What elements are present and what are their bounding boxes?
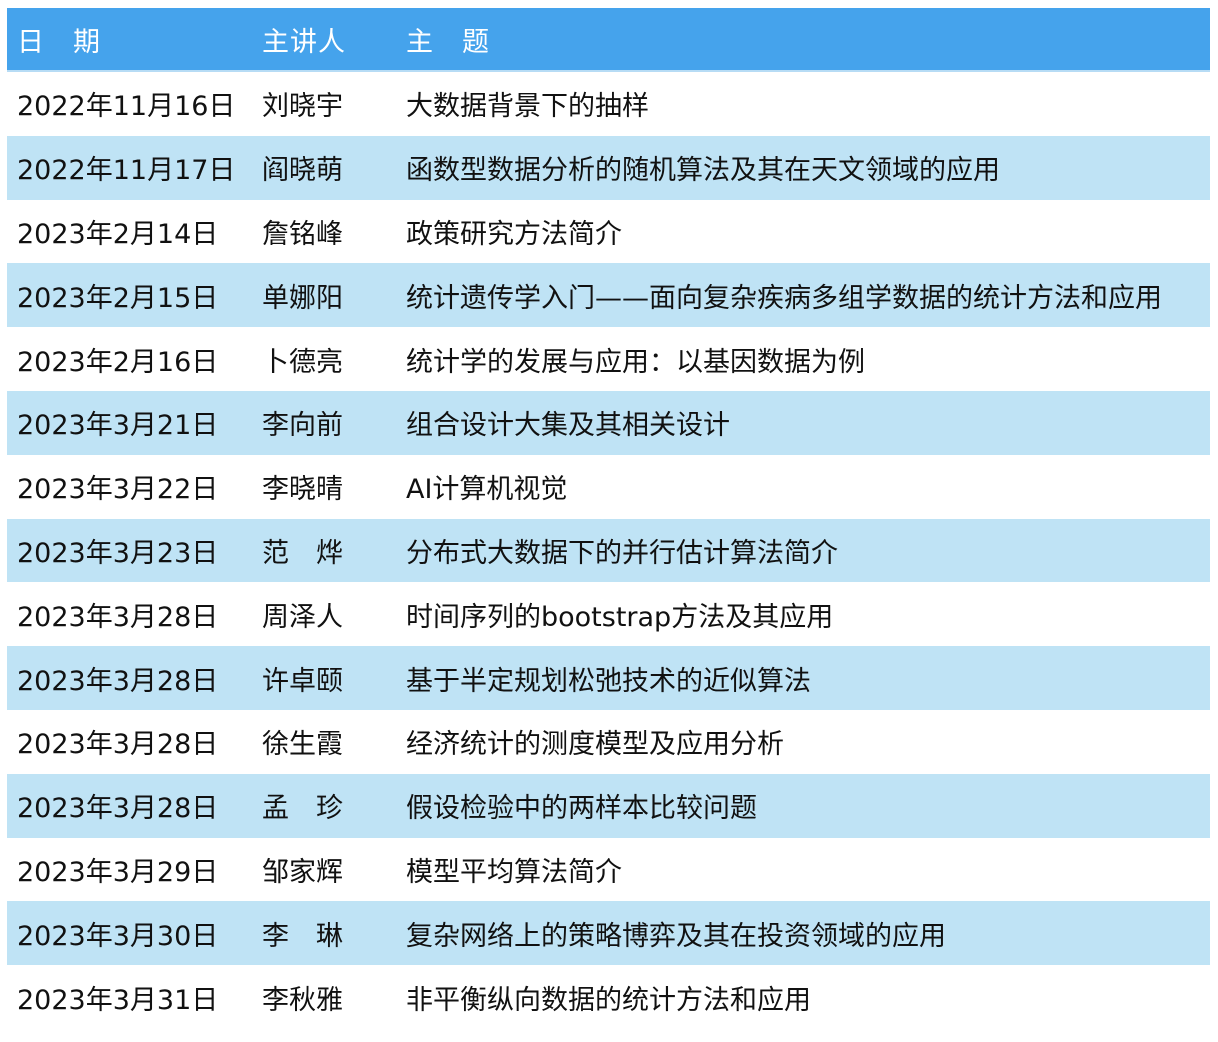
speaker-cell: 李秋雅	[262, 984, 343, 1016]
speaker-cell: 李向前	[262, 410, 343, 442]
table-row: 2023年3月21日 李向前 组合设计大集及其相关设计	[7, 390, 1210, 455]
date-cell: 2023年3月28日	[17, 729, 219, 761]
speaker-cell: 范 烨	[262, 537, 343, 569]
topic-cell: 时间序列的bootstrap方法及其应用	[406, 601, 834, 633]
topic-cell: 经济统计的测度模型及应用分析	[406, 729, 784, 761]
topic-cell: 函数型数据分析的随机算法及其在天文领域的应用	[406, 155, 1000, 187]
table-row: 2023年2月14日 詹铭峰 政策研究方法简介	[7, 200, 1210, 264]
speaker-cell: 单娜阳	[262, 282, 343, 314]
topic-cell: 大数据背景下的抽样	[406, 91, 649, 123]
topic-cell: 组合设计大集及其相关设计	[406, 410, 730, 442]
topic-cell: 统计遗传学入门——面向复杂疾病多组学数据的统计方法和应用	[406, 282, 1162, 314]
table-row: 2023年3月31日 李秋雅 非平衡纵向数据的统计方法和应用	[7, 965, 1210, 1029]
date-cell: 2023年3月22日	[17, 474, 219, 506]
table-row: 2022年11月17日 阎晓萌 函数型数据分析的随机算法及其在天文领域的应用	[7, 135, 1210, 200]
table-row: 2023年3月28日 许卓颐 基于半定规划松弛技术的近似算法	[7, 646, 1210, 710]
header-date: 日 期	[17, 26, 101, 58]
seminar-schedule-table: 日 期 主讲人 主 题 2022年11月16日 刘晓宇 大数据背景下的抽样 2022年…	[7, 8, 1210, 1029]
speaker-cell: 许卓颐	[262, 665, 343, 697]
date-cell: 2022年11月17日	[17, 155, 236, 187]
speaker-cell: 詹铭峰	[262, 218, 343, 250]
table-row: 2022年11月16日 刘晓宇 大数据背景下的抽样	[7, 72, 1210, 136]
date-cell: 2022年11月16日	[17, 91, 236, 123]
table-row: 2023年3月30日 李 琳 复杂网络上的策略博弈及其在投资领域的应用	[7, 901, 1210, 966]
speaker-cell: 李晓晴	[262, 474, 343, 506]
topic-cell: 假设检验中的两样本比较问题	[406, 793, 757, 825]
header-topic: 主 题	[406, 26, 490, 58]
topic-cell: 政策研究方法简介	[406, 218, 622, 250]
date-cell: 2023年3月30日	[17, 920, 219, 952]
table-row: 2023年3月28日 孟 珍 假设检验中的两样本比较问题	[7, 773, 1210, 838]
speaker-cell: 徐生霞	[262, 729, 343, 761]
date-cell: 2023年3月31日	[17, 984, 219, 1016]
topic-cell: AI计算机视觉	[406, 474, 568, 506]
table-row: 2023年3月29日 邹家辉 模型平均算法简介	[7, 838, 1210, 902]
speaker-cell: 阎晓萌	[262, 155, 343, 187]
speaker-cell: 卜德亮	[262, 346, 343, 378]
table-row: 2023年2月15日 单娜阳 统计遗传学入门——面向复杂疾病多组学数据的统计方法和应…	[7, 263, 1210, 328]
table-row: 2023年3月23日 范 烨 分布式大数据下的并行估计算法简介	[7, 518, 1210, 583]
table-body: 2022年11月16日 刘晓宇 大数据背景下的抽样 2022年11月17日 阎晓萌 函数型…	[7, 72, 1210, 1029]
date-cell: 2023年2月15日	[17, 282, 219, 314]
topic-cell: 统计学的发展与应用：以基因数据为例	[406, 346, 865, 378]
table-row: 2023年2月16日 卜德亮 统计学的发展与应用：以基因数据为例	[7, 327, 1210, 391]
date-cell: 2023年2月14日	[17, 218, 219, 250]
topic-cell: 模型平均算法简介	[406, 856, 622, 888]
speaker-cell: 刘晓宇	[262, 91, 343, 123]
topic-cell: 复杂网络上的策略博弈及其在投资领域的应用	[406, 920, 946, 952]
table-row: 2023年3月22日 李晓晴 AI计算机视觉	[7, 455, 1210, 519]
table-row: 2023年3月28日 周泽人 时间序列的bootstrap方法及其应用	[7, 582, 1210, 646]
speaker-cell: 孟 珍	[262, 793, 343, 825]
date-cell: 2023年2月16日	[17, 346, 219, 378]
topic-cell: 非平衡纵向数据的统计方法和应用	[406, 984, 811, 1016]
speaker-cell: 周泽人	[262, 601, 343, 633]
date-cell: 2023年3月23日	[17, 537, 219, 569]
date-cell: 2023年3月28日	[17, 601, 219, 633]
date-cell: 2023年3月28日	[17, 793, 219, 825]
date-cell: 2023年3月21日	[17, 410, 219, 442]
table-row: 2023年3月28日 徐生霞 经济统计的测度模型及应用分析	[7, 710, 1210, 774]
table-header: 日 期 主讲人 主 题	[7, 8, 1210, 72]
date-cell: 2023年3月29日	[17, 856, 219, 888]
date-cell: 2023年3月28日	[17, 665, 219, 697]
topic-cell: 分布式大数据下的并行估计算法简介	[406, 537, 838, 569]
header-speaker: 主讲人	[262, 26, 346, 58]
speaker-cell: 邹家辉	[262, 856, 343, 888]
speaker-cell: 李 琳	[262, 920, 343, 952]
topic-cell: 基于半定规划松弛技术的近似算法	[406, 665, 811, 697]
